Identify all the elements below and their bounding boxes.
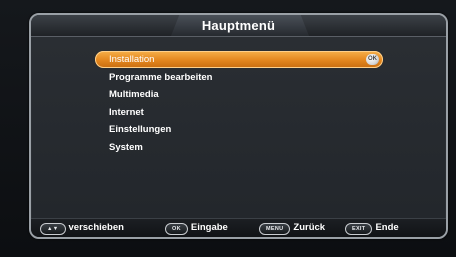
hint-label: Zurück — [293, 222, 326, 233]
menu-item-label: Programme bearbeiten — [109, 71, 213, 83]
up-down-arrows-icon: ▲▼ — [40, 223, 66, 235]
menu-item-label: Einstellungen — [109, 124, 172, 135]
menu-item-label: System — [109, 141, 143, 153]
tv-screen: Hauptmenü Installation OK Programme bear… — [0, 0, 456, 257]
hint-exit: EXIT Ende — [345, 222, 399, 235]
exit-key-icon: EXIT — [345, 223, 373, 235]
menu-item-einstellungen[interactable]: Einstellungen — [95, 121, 383, 138]
title-bar: Hauptmenü — [31, 15, 446, 37]
menu-item-installation[interactable]: Installation OK — [95, 51, 383, 68]
hint-enter: OK Eingabe — [165, 222, 228, 235]
main-menu-window: Hauptmenü Installation OK Programme bear… — [29, 13, 448, 239]
hint-label: Eingabe — [190, 222, 228, 233]
menu-item-system[interactable]: System — [95, 139, 383, 156]
menu-item-programme-bearbeiten[interactable]: Programme bearbeiten — [95, 69, 383, 86]
ok-button-icon: OK — [366, 54, 379, 65]
menu-item-internet[interactable]: Internet — [95, 104, 383, 121]
menu-item-label: Installation — [109, 54, 155, 65]
hint-move: ▲▼ verschieben — [40, 222, 124, 235]
hint-back: MENU Zurück — [259, 222, 326, 235]
main-menu-list: Installation OK Programme bearbeiten Mul… — [95, 51, 383, 156]
menu-item-label: Internet — [109, 106, 144, 118]
hint-label: Ende — [375, 222, 399, 233]
window-title: Hauptmenü — [201, 18, 276, 33]
key-hint-bar: ▲▼ verschieben OK Eingabe MENU Zurück EXIT E… — [31, 218, 446, 237]
ok-key-icon: OK — [165, 223, 188, 235]
menu-key-icon: MENU — [259, 223, 291, 235]
menu-item-label: Multimedia — [109, 89, 159, 100]
menu-item-multimedia[interactable]: Multimedia — [95, 86, 383, 103]
hint-label: verschieben — [68, 222, 124, 233]
